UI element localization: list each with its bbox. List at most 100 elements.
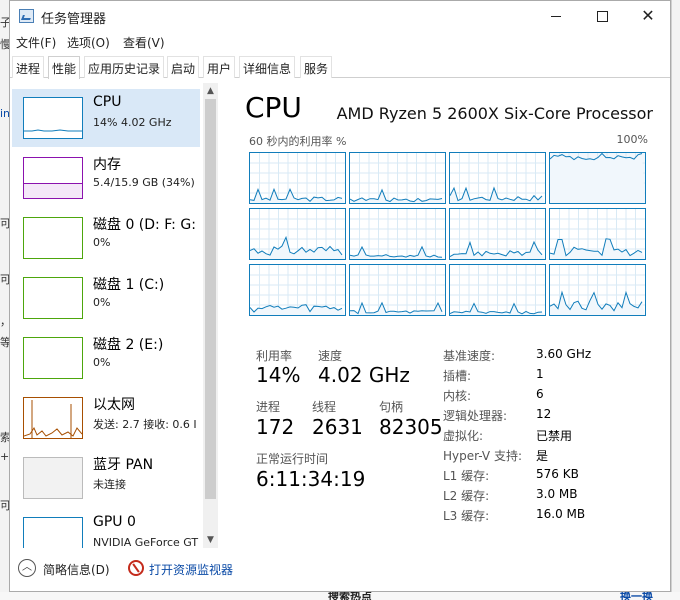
spec-value: 16.0 MB xyxy=(536,507,586,521)
background-window-right xyxy=(671,0,680,600)
sidebar-item-detail: 0% xyxy=(93,236,111,249)
bluetooth-thumbnail-graph xyxy=(23,457,83,499)
sidebar-item-label: 磁盘 0 (D: F: G: xyxy=(93,217,196,233)
sidebar-item-label: 磁盘 2 (E:) xyxy=(93,337,164,353)
sidebar-item-label: 蓝牙 PAN xyxy=(93,457,154,473)
tab-users[interactable]: 用户 xyxy=(203,56,236,78)
chevron-up-icon[interactable]: ︿ xyxy=(18,559,36,577)
disk-thumbnail-graph xyxy=(23,337,83,379)
logical-processor-graph xyxy=(449,264,546,316)
sidebar-item-detail: 14% 4.02 GHz xyxy=(93,116,172,129)
processes-value: 172 xyxy=(256,415,295,439)
sidebar-item-detail: NVIDIA GeForce GT xyxy=(93,536,199,548)
threads-label: 线程 xyxy=(312,400,337,414)
sidebar-item-detail: 未连接 xyxy=(93,478,126,491)
graph-axis-label: 60 秒内的利用率 % xyxy=(249,135,347,148)
sidebar-item-detail: 5.4/15.9 GB (34%) xyxy=(93,176,195,189)
sidebar-item-detail: 发送: 2.7 接收: 0.6 I xyxy=(93,418,197,431)
sidebar-item-label: CPU xyxy=(93,94,122,110)
spec-value: 1 xyxy=(536,367,544,381)
cpu-thumbnail-graph xyxy=(23,97,83,139)
logical-processor-graphs[interactable] xyxy=(249,152,647,317)
close-button[interactable]: ✕ xyxy=(625,1,670,31)
logical-processor-graph xyxy=(249,264,346,316)
tab-performance[interactable]: 性能 xyxy=(48,56,81,79)
processes-label: 进程 xyxy=(256,400,281,414)
scroll-down-arrow[interactable]: ▼ xyxy=(203,532,218,548)
graph-max-label: 100% xyxy=(616,133,648,146)
logical-processor-graph xyxy=(549,208,646,260)
task-manager-window: 任务管理器 ✕ 文件(F) 选项(O) 查看(V) 进程 性能 应用历史记录 启… xyxy=(9,0,671,592)
background-text: 换一换 xyxy=(620,592,653,600)
maximize-button[interactable] xyxy=(579,1,625,31)
handles-label: 句柄 xyxy=(379,400,404,414)
scroll-up-arrow[interactable]: ▲ xyxy=(203,83,218,99)
sidebar-item-disk-2[interactable]: 磁盘 2 (E:) 0% xyxy=(12,329,200,387)
logical-processor-graph xyxy=(549,264,646,316)
menu-view[interactable]: 查看(V) xyxy=(123,34,165,51)
background-window-left: 子 慢 in 可 可 ， 等 索 + 可 xyxy=(0,0,11,600)
cpu-model-name: AMD Ryzen 5 2600X Six-Core Processor xyxy=(336,104,653,123)
ethernet-thumbnail-graph xyxy=(23,397,83,439)
sidebar-item-label: 内存 xyxy=(93,157,121,173)
sidebar-item-label: GPU 0 xyxy=(93,514,136,530)
scroll-thumb[interactable] xyxy=(205,99,216,499)
footer-bar: ︿ 简略信息(D) 打开资源监视器 xyxy=(10,554,670,584)
spec-label: Hyper-V 支持: xyxy=(443,449,522,463)
disk-thumbnail-graph xyxy=(23,277,83,319)
tab-processes[interactable]: 进程 xyxy=(12,56,45,78)
sidebar-item-label: 磁盘 1 (C:) xyxy=(93,277,165,293)
cpu-detail-panel: CPU AMD Ryzen 5 2600X Six-Core Processor… xyxy=(228,83,668,548)
minimize-button[interactable] xyxy=(533,1,579,31)
uptime-label: 正常运行时间 xyxy=(256,452,329,466)
handles-value: 82305 xyxy=(379,415,443,439)
spec-label: 逻辑处理器: xyxy=(443,409,508,423)
spec-label: L2 缓存: xyxy=(443,489,490,503)
logical-processor-graph xyxy=(349,264,446,316)
sidebar-scrollbar[interactable]: ▲ ▼ xyxy=(203,83,218,548)
spec-value: 是 xyxy=(536,449,549,463)
spec-label: 插槽: xyxy=(443,369,472,383)
sidebar-item-cpu[interactable]: CPU 14% 4.02 GHz xyxy=(12,89,200,147)
sidebar-item-gpu[interactable]: GPU 0 NVIDIA GeForce GT xyxy=(12,509,200,548)
page-title: CPU xyxy=(245,91,302,124)
threads-value: 2631 xyxy=(312,415,363,439)
memory-thumbnail-graph xyxy=(23,157,83,199)
gpu-thumbnail-graph xyxy=(23,517,83,548)
sidebar-item-disk-1[interactable]: 磁盘 1 (C:) 0% xyxy=(12,269,200,327)
open-resource-monitor-link[interactable]: 打开资源监视器 xyxy=(149,561,233,578)
tab-startup[interactable]: 启动 xyxy=(167,56,200,78)
spec-label: 基准速度: xyxy=(443,349,496,363)
tab-services[interactable]: 服务 xyxy=(300,56,333,78)
menu-file[interactable]: 文件(F) xyxy=(16,34,56,51)
spec-label: 虚拟化: xyxy=(443,429,484,443)
speed-label: 速度 xyxy=(318,349,343,363)
logical-processor-graph xyxy=(449,208,546,260)
logical-processor-graph xyxy=(349,208,446,260)
title-bar[interactable]: 任务管理器 ✕ xyxy=(10,1,670,31)
sidebar-item-bluetooth[interactable]: 蓝牙 PAN 未连接 xyxy=(12,449,200,507)
background-text: 搜索热点 xyxy=(328,592,372,600)
utilization-label: 利用率 xyxy=(256,349,293,363)
speed-value: 4.02 GHz xyxy=(318,363,410,387)
sidebar-item-memory[interactable]: 内存 5.4/15.9 GB (34%) xyxy=(12,149,200,207)
sidebar-item-ethernet[interactable]: 以太网 发送: 2.7 接收: 0.6 I xyxy=(12,389,200,447)
disk-thumbnail-graph xyxy=(23,217,83,259)
spec-value: 12 xyxy=(536,407,552,421)
tab-details[interactable]: 详细信息 xyxy=(239,56,296,78)
sidebar-item-label: 以太网 xyxy=(93,397,135,413)
sidebar-item-disk-0[interactable]: 磁盘 0 (D: F: G: 0% xyxy=(12,209,200,267)
tab-app-history[interactable]: 应用历史记录 xyxy=(84,56,165,78)
spec-label: L1 缓存: xyxy=(443,469,490,483)
spec-label: L3 缓存: xyxy=(443,509,490,523)
usage-area xyxy=(550,153,645,203)
background-text: + xyxy=(0,450,10,463)
logical-processor-graph xyxy=(249,208,346,260)
logical-processor-graph xyxy=(549,152,646,204)
spec-value: 3.60 GHz xyxy=(536,347,592,361)
fewer-details-button[interactable]: 简略信息(D) xyxy=(43,561,110,578)
menu-options[interactable]: 选项(O) xyxy=(67,34,110,51)
task-manager-icon xyxy=(19,9,34,23)
uptime-value: 6:11:34:19 xyxy=(256,467,366,491)
spec-value: 576 KB xyxy=(536,467,579,481)
